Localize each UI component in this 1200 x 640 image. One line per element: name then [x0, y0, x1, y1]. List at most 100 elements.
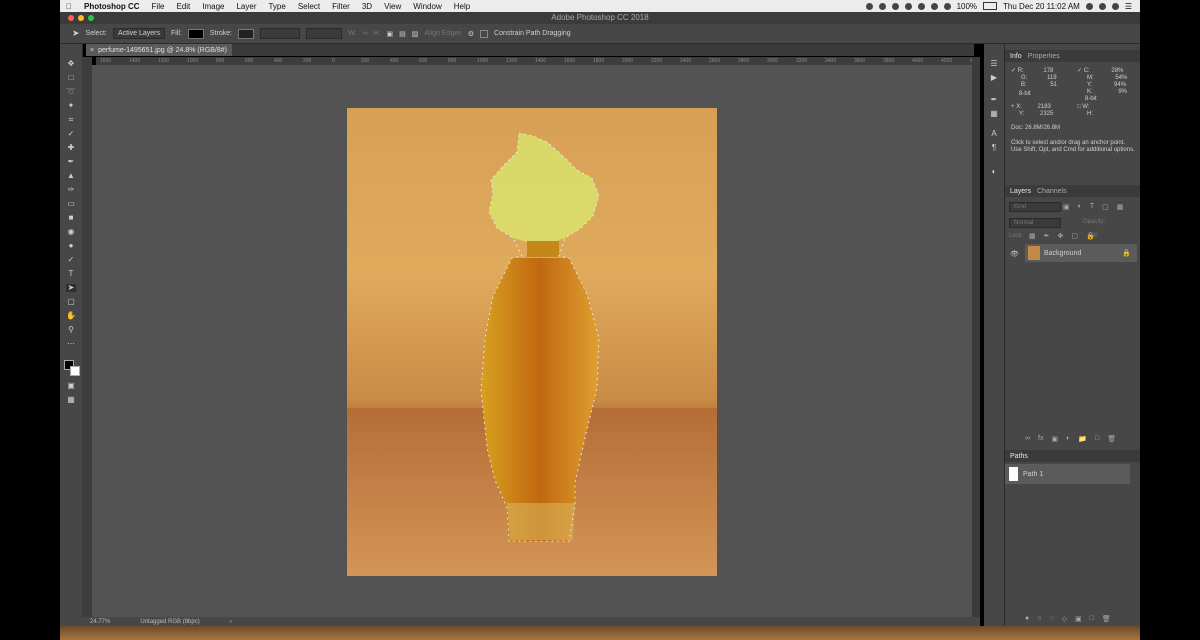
- document-image[interactable]: [347, 108, 717, 576]
- spotlight-search-icon[interactable]: [1098, 2, 1106, 10]
- rectangle-tool-icon[interactable]: ▢: [66, 298, 76, 306]
- path-selection-tool-icon[interactable]: ➤: [72, 28, 80, 39]
- constrain-checkbox[interactable]: [480, 29, 489, 38]
- healing-brush-tool-icon[interactable]: ✚: [66, 144, 76, 152]
- wifi-icon[interactable]: [930, 2, 938, 10]
- layer-lock-icon[interactable]: 🔒: [1122, 249, 1131, 257]
- stroke-width-field[interactable]: [260, 28, 301, 39]
- path-alignment-icon[interactable]: ▤: [399, 30, 406, 38]
- new-path-icon[interactable]: □: [1090, 615, 1094, 623]
- menu-file[interactable]: File: [146, 2, 171, 11]
- eraser-tool-icon[interactable]: ▭: [66, 200, 76, 208]
- paragraph-panel-icon[interactable]: ¶: [989, 144, 999, 152]
- make-work-path-icon[interactable]: ◇: [1062, 615, 1067, 623]
- character-panel-icon[interactable]: A: [989, 130, 999, 138]
- crop-tool-icon[interactable]: ⌗: [66, 116, 76, 124]
- bluetooth-icon[interactable]: [917, 2, 925, 10]
- menu-3d[interactable]: 3D: [356, 2, 378, 11]
- screen-mode-icon[interactable]: ▦: [66, 396, 76, 404]
- dodge-tool-icon[interactable]: ●: [66, 242, 76, 250]
- path-name[interactable]: Path 1: [1023, 471, 1043, 478]
- width-field[interactable]: W:: [348, 30, 356, 37]
- history-panel-icon[interactable]: ☰: [989, 60, 999, 68]
- menu-layer[interactable]: Layer: [230, 2, 262, 11]
- brush-tool-icon[interactable]: ✒: [66, 158, 76, 166]
- navigator-panel-icon[interactable]: ◐: [989, 168, 999, 176]
- eyedropper-tool-icon[interactable]: ✓: [66, 130, 76, 138]
- menu-view[interactable]: View: [378, 2, 407, 11]
- layer-visibility-eye-icon[interactable]: 👁: [1010, 250, 1019, 258]
- blend-mode-dropdown[interactable]: Normal: [1009, 218, 1061, 228]
- stroke-path-icon[interactable]: ○: [1037, 615, 1041, 623]
- eyedropper-icon[interactable]: ✓: [1011, 68, 1016, 74]
- hand-tool-icon[interactable]: ✋: [66, 312, 76, 320]
- lock-transparent-icon[interactable]: ▦: [1029, 232, 1036, 240]
- status-arrow-icon[interactable]: ›: [230, 619, 232, 625]
- layer-mask-icon[interactable]: ▣: [1051, 435, 1058, 443]
- add-mask-icon[interactable]: ▣: [1075, 615, 1082, 623]
- menu-image[interactable]: Image: [196, 2, 230, 11]
- clock[interactable]: Thu Dec 20 11:02 AM: [1003, 2, 1080, 11]
- new-group-icon[interactable]: 📁: [1078, 435, 1087, 443]
- link-icon[interactable]: ∞: [363, 30, 368, 37]
- height-field[interactable]: H:: [374, 30, 381, 37]
- align-edges-label[interactable]: Align Edges: [424, 30, 461, 37]
- close-tab-icon[interactable]: ×: [90, 47, 94, 54]
- eyedropper-icon[interactable]: ✓: [1077, 68, 1082, 74]
- filter-adjustment-icon[interactable]: ◐: [1078, 203, 1082, 211]
- lock-artboard-icon[interactable]: ▢: [1071, 232, 1078, 240]
- screen-icon[interactable]: [904, 2, 912, 10]
- document-tab[interactable]: × perfume-1495651.jpg @ 24.8% (RGB/8#): [86, 44, 232, 56]
- layer-style-icon[interactable]: fx: [1038, 435, 1043, 443]
- filter-smart-object-icon[interactable]: ▦: [1117, 203, 1124, 211]
- pen-tool-icon[interactable]: ✓: [66, 256, 76, 264]
- marquee-tool-icon[interactable]: □: [66, 74, 76, 82]
- menu-select[interactable]: Select: [292, 2, 326, 11]
- filter-type-icon[interactable]: T: [1090, 203, 1094, 211]
- battery-icon[interactable]: [983, 2, 998, 10]
- tab-info[interactable]: Info: [1010, 53, 1022, 60]
- adjustments-panel-icon[interactable]: ✒: [989, 96, 999, 104]
- user-icon[interactable]: [1085, 2, 1093, 10]
- quick-select-tool-icon[interactable]: ✦: [66, 102, 76, 110]
- path-row-path-1[interactable]: Path 1: [1005, 464, 1130, 484]
- layer-filter-kind[interactable]: Kind: [1009, 202, 1061, 212]
- tab-properties[interactable]: Properties: [1028, 53, 1060, 60]
- volume-icon[interactable]: [943, 2, 951, 10]
- actions-panel-icon[interactable]: ▶: [989, 74, 999, 82]
- menu-filter[interactable]: Filter: [326, 2, 356, 11]
- zoom-level[interactable]: 24.77%: [90, 619, 110, 625]
- sync-icon[interactable]: [878, 2, 886, 10]
- more-tools-icon[interactable]: ⋯: [66, 340, 76, 348]
- layer-name[interactable]: Background: [1044, 250, 1081, 257]
- filter-pixel-icon[interactable]: ▣: [1063, 203, 1070, 211]
- creative-cloud-icon[interactable]: [891, 2, 899, 10]
- path-arrangement-icon[interactable]: ▨: [412, 30, 419, 38]
- brush-settings-panel-icon[interactable]: ▦: [989, 110, 999, 118]
- notification-center-icon[interactable]: ☰: [1125, 2, 1132, 11]
- fill-swatch[interactable]: [187, 28, 204, 39]
- adjustment-layer-icon[interactable]: ◐: [1066, 435, 1070, 443]
- filter-shape-icon[interactable]: ▢: [1102, 203, 1109, 211]
- lock-paint-icon[interactable]: ✒: [1044, 232, 1050, 240]
- clone-stamp-tool-icon[interactable]: ▲: [66, 172, 76, 180]
- link-layers-icon[interactable]: ∞: [1025, 435, 1030, 443]
- gradient-tool-icon[interactable]: ■: [66, 214, 76, 222]
- siri-icon[interactable]: [1111, 2, 1119, 10]
- load-as-selection-icon[interactable]: ◌: [1049, 615, 1053, 623]
- delete-layer-icon[interactable]: 🗑: [1107, 435, 1116, 443]
- layer-row-background[interactable]: Background 🔒: [1025, 244, 1137, 262]
- history-brush-tool-icon[interactable]: ✑: [66, 186, 76, 194]
- lasso-tool-icon[interactable]: ➰: [66, 88, 76, 96]
- select-dropdown[interactable]: Active Layers: [112, 28, 165, 39]
- move-tool-icon[interactable]: ✥: [66, 60, 76, 68]
- fill-path-icon[interactable]: ●: [1025, 615, 1029, 623]
- tab-channels[interactable]: Channels: [1037, 188, 1067, 195]
- menu-help[interactable]: Help: [448, 2, 476, 11]
- delete-path-icon[interactable]: 🗑: [1102, 615, 1111, 623]
- status-icon[interactable]: [865, 2, 873, 10]
- menu-app-name[interactable]: Photoshop CC: [78, 2, 146, 11]
- type-tool-icon[interactable]: T: [66, 270, 76, 278]
- zoom-tool-icon[interactable]: ⚲: [66, 326, 76, 334]
- path-selection-tool-icon[interactable]: ➤: [66, 284, 76, 292]
